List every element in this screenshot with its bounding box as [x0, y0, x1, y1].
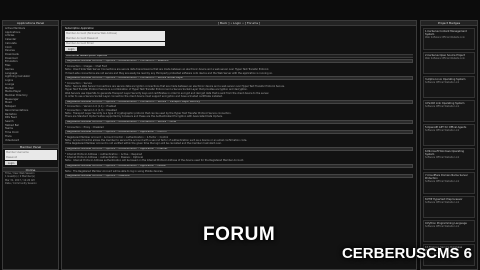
option-block-line: Note : The Registered Member Account wil… — [65, 169, 164, 173]
forum-watermark: FORUM — [203, 224, 276, 245]
project-badge-link[interactable]: Software Official Website Link — [425, 180, 473, 183]
project-badge-link[interactable]: Software Official Website Link — [425, 81, 473, 84]
subscribe-email-input[interactable] — [65, 41, 165, 47]
project-badge-link[interactable]: Software Official Website Link — [425, 156, 473, 159]
project-badge[interactable]: 9.Python Programming Language Software Of… — [423, 219, 475, 242]
member-panel-title: Member Panel — [3, 144, 58, 150]
project-badge-link[interactable]: Software Official Website Link — [425, 225, 473, 228]
project-badge-link[interactable]: Software Official Website Link — [425, 129, 473, 132]
login-button[interactable]: Login — [5, 161, 18, 166]
member-username-input[interactable] — [5, 150, 57, 155]
option-block-header[interactable]: Registered Member Account :: Options :: … — [65, 164, 413, 169]
section-title: Additional Subscription Options — [65, 53, 413, 58]
option-block-header[interactable]: Registered Member Account :: Options :: … — [65, 120, 413, 125]
project-badge-link[interactable]: Software Official Website Link — [425, 201, 473, 204]
project-list: 1.Cerberus Content Management System Web … — [421, 27, 477, 266]
member-password-input[interactable] — [5, 155, 57, 160]
project-badge[interactable]: 8.PHP Hypertext Preprocessor Software Off… — [423, 195, 475, 218]
project-badge[interactable]: 2.Cerberus Open Source Project Web Softwa… — [423, 51, 475, 74]
project-badge[interactable]: 6.Microsoft Windows Operating System Soft… — [423, 147, 475, 170]
project-badge[interactable]: 7.Cloudflare Domain Name Server Protecti… — [423, 171, 475, 194]
project-badge-link[interactable]: Web Software Official Website Link — [425, 57, 473, 60]
option-block-header[interactable]: Registered Member Account :: Options :: … — [65, 174, 413, 179]
option-block-line: In order to use a Secure Socket Layer co… — [65, 95, 223, 99]
applications-panel: Applications Panel Active Members Applic… — [2, 20, 59, 270]
online-info-line: Date / Community Session — [5, 182, 37, 186]
project-badge[interactable]: 1.Cerberus Content Management System Web … — [423, 27, 475, 50]
option-block-header[interactable]: Registered Member Account :: Options :: … — [65, 147, 413, 152]
brand-logo: CERBERUSCMS 6 — [341, 245, 472, 262]
project-badge-link[interactable]: Web Software Official Website Link — [425, 36, 473, 39]
option-block-line: If client-side connections are not secur… — [65, 71, 273, 75]
app-link[interactable]: Videoboard — [5, 139, 56, 143]
option-block-header[interactable]: Registered Member Account :: Options :: … — [65, 130, 413, 135]
project-badge[interactable]: 4.Feddit Link Operating System Software O… — [423, 99, 475, 122]
project-badges-title: Project Badges — [421, 21, 477, 26]
options-blocks: Registered Member Account :: Options :: … — [65, 59, 413, 179]
subscribe-password-input[interactable] — [65, 36, 165, 41]
project-badge[interactable]: 3.Alpha Linux Operating System Software O… — [423, 75, 475, 98]
option-block-line: * Connection :: Proxy :: Disabled — [65, 125, 104, 129]
project-badge-link[interactable]: Software Official Website Link — [425, 105, 473, 108]
option-block-line: Note : Internet Protocol Address authent… — [65, 159, 244, 163]
subscribe-login-button[interactable]: Login — [65, 47, 78, 52]
option-block-line: There are Standard Cipher Suites support… — [65, 115, 223, 119]
project-badge[interactable]: 5.OpenAPI GPT for Offical Agents Software… — [423, 123, 475, 146]
applications-list: Active Members Applications Articles Cal… — [3, 26, 58, 143]
option-block-header[interactable]: Registered Member Account :: Options :: … — [65, 99, 413, 104]
project-badges-panel: Project Badges 1.Cerberus Content Manage… — [420, 20, 478, 270]
option-block-header[interactable]: Registered Member Account :: Options :: … — [65, 76, 413, 81]
subscribe-nickname-input[interactable] — [65, 31, 165, 36]
option-block-line: If the Registered Member Account is not … — [65, 142, 222, 146]
subscribe-title: Subscription Application — [65, 27, 94, 30]
option-block-header[interactable]: Registered Member Account :: Options :: … — [65, 59, 413, 64]
